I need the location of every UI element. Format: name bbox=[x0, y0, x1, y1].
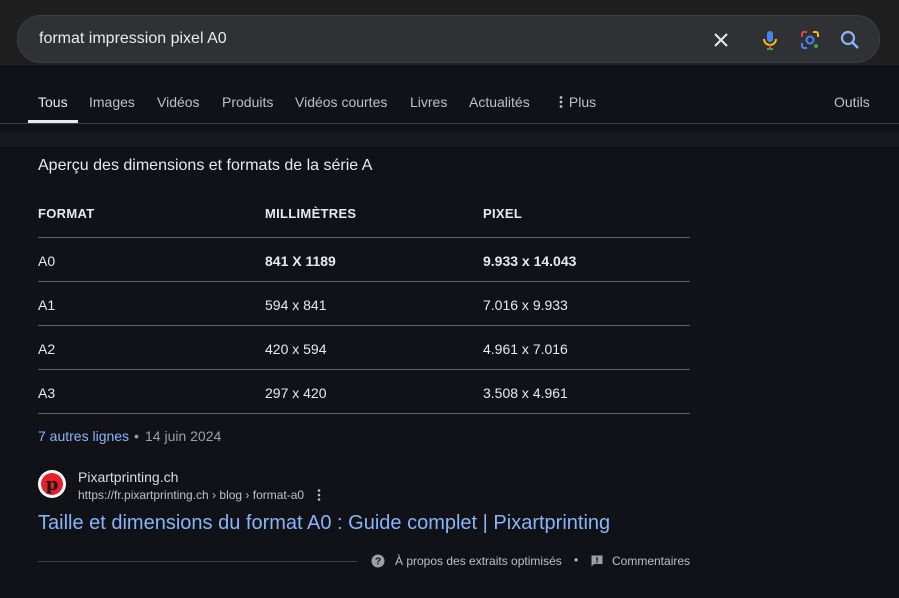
google-lens-icon[interactable] bbox=[798, 28, 822, 52]
footer-separator: • bbox=[574, 553, 579, 567]
tab-livres[interactable]: Livres bbox=[410, 94, 447, 110]
site-favicon[interactable]: p bbox=[38, 470, 66, 498]
search-tabs: Tous Images Vidéos Produits Vidéos court… bbox=[0, 65, 899, 124]
site-logo-letter: p bbox=[41, 473, 63, 495]
section-separator bbox=[0, 132, 899, 147]
table-divider bbox=[38, 325, 690, 326]
tab-tous[interactable]: Tous bbox=[38, 94, 68, 110]
more-rows-link[interactable]: 7 autres lignes bbox=[38, 428, 129, 444]
table-cell: 3.508 x 4.961 bbox=[483, 385, 568, 401]
more-options-icon[interactable] bbox=[314, 488, 324, 502]
table-cell: 4.961 x 7.016 bbox=[483, 341, 568, 357]
feedback-link[interactable]: Commentaires bbox=[612, 554, 690, 568]
tab-plus[interactable]: Plus bbox=[557, 94, 596, 110]
results-area: Tous Images Vidéos Produits Vidéos court… bbox=[0, 65, 899, 598]
snippet-date: 14 juin 2024 bbox=[145, 428, 222, 444]
table-cell: 420 x 594 bbox=[265, 341, 327, 357]
table-cell: A3 bbox=[38, 385, 56, 401]
svg-text:?: ? bbox=[375, 557, 381, 568]
tab-actualites[interactable]: Actualités bbox=[469, 94, 530, 110]
table-cell: 594 x 841 bbox=[265, 297, 327, 313]
footer-divider bbox=[38, 561, 357, 562]
site-url[interactable]: https://fr.pixartprinting.ch › blog › fo… bbox=[78, 488, 304, 502]
header: format impression pixel A0 bbox=[0, 0, 899, 65]
table-cell: 841 X 1189 bbox=[265, 253, 336, 269]
site-name[interactable]: Pixartprinting.ch bbox=[78, 469, 178, 485]
more-vert-icon bbox=[559, 96, 563, 108]
table-divider bbox=[38, 413, 690, 414]
tools-button[interactable]: Outils bbox=[834, 94, 870, 110]
table-cell: A2 bbox=[38, 341, 56, 357]
tab-images[interactable]: Images bbox=[89, 94, 135, 110]
tab-videos-courtes[interactable]: Vidéos courtes bbox=[295, 94, 387, 110]
table-cell: 297 x 420 bbox=[265, 385, 327, 401]
table-divider bbox=[38, 237, 690, 238]
microphone-icon[interactable] bbox=[758, 28, 782, 52]
snippet-heading: Aperçu des dimensions et formats de la s… bbox=[38, 157, 373, 174]
about-snippets-link[interactable]: À propos des extraits optimisés bbox=[395, 554, 562, 568]
help-icon[interactable]: ? bbox=[371, 554, 385, 568]
search-input[interactable]: format impression pixel A0 bbox=[39, 30, 227, 48]
tab-plus-label: Plus bbox=[568, 94, 597, 110]
table-cell: 7.016 x 9.933 bbox=[483, 297, 568, 313]
separator-dot: • bbox=[134, 428, 139, 444]
column-header-pixel: PIXEL bbox=[483, 206, 523, 221]
table-cell: A0 bbox=[38, 253, 56, 269]
feedback-icon[interactable] bbox=[590, 554, 604, 568]
table-divider bbox=[38, 281, 690, 282]
tab-videos[interactable]: Vidéos bbox=[157, 94, 200, 110]
search-icon[interactable] bbox=[838, 28, 862, 52]
table-divider bbox=[38, 369, 690, 370]
tabs-divider bbox=[0, 123, 899, 124]
tab-produits[interactable]: Produits bbox=[222, 94, 273, 110]
close-icon[interactable] bbox=[709, 28, 733, 52]
result-title-link[interactable]: Taille et dimensions du format A0 : Guid… bbox=[38, 512, 610, 535]
table-cell: 9.933 x 14.043 bbox=[483, 253, 577, 269]
table-cell: A1 bbox=[38, 297, 56, 313]
column-header-millimetres: MILLIMÈTRES bbox=[265, 206, 357, 221]
search-bar[interactable]: format impression pixel A0 bbox=[17, 15, 880, 63]
column-header-format: FORMAT bbox=[38, 206, 95, 221]
